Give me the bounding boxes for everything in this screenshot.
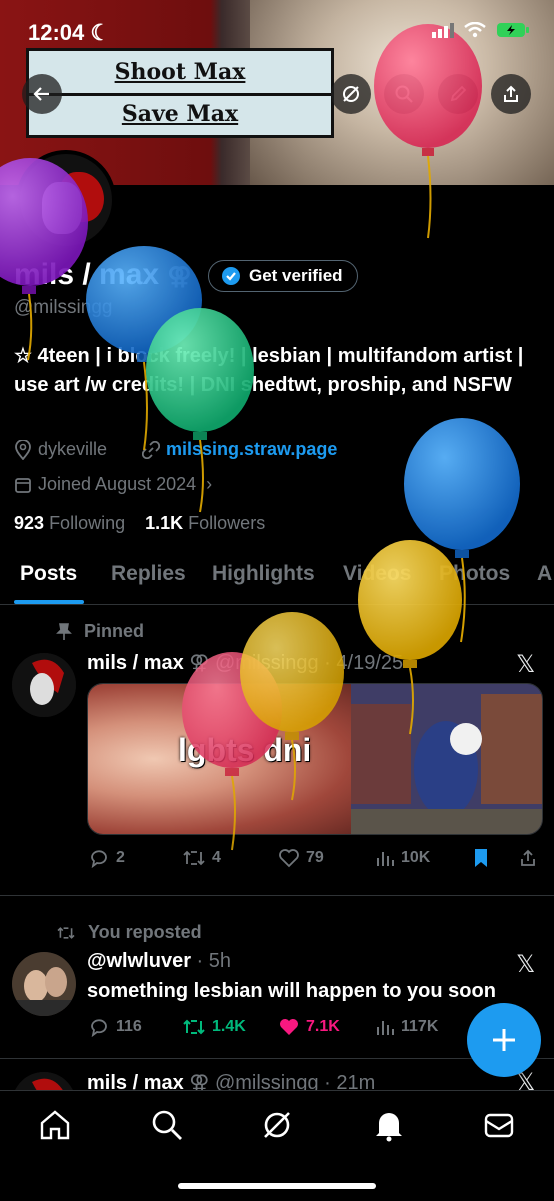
website-link[interactable]: milssing.straw.page	[166, 439, 337, 460]
repost-icon	[57, 926, 75, 939]
share-icon	[504, 85, 518, 102]
profile-name-text: mils / max	[14, 258, 160, 291]
profile-stats: 923 Following 1.1K Followers	[14, 513, 265, 534]
media-image-left[interactable]: lgbts dni	[88, 684, 351, 834]
like-button[interactable]: 79	[278, 848, 324, 868]
banner-sign: Shoot Max Save Max	[26, 48, 334, 138]
profile-joined[interactable]: Joined August 2024 ›	[14, 474, 212, 495]
wifi-icon	[464, 22, 486, 38]
location-text: dykeville	[38, 439, 108, 459]
repost-button[interactable]: 4	[182, 848, 221, 868]
edit-button[interactable]	[438, 74, 478, 114]
tab-photos[interactable]: Photos	[439, 562, 510, 586]
profile-location: dykeville	[14, 439, 107, 460]
chevron-right-icon: ›	[206, 474, 213, 494]
reply-button[interactable]: 116	[88, 1017, 142, 1037]
tab-replies[interactable]: Replies	[111, 562, 186, 586]
arrow-left-icon	[33, 87, 49, 101]
views-icon	[377, 852, 394, 866]
sign-line-2: Save Max	[121, 101, 239, 127]
following-stat[interactable]: 923 Following	[14, 513, 125, 533]
followers-stat[interactable]: 1.1K Followers	[145, 513, 265, 533]
post-media[interactable]: lgbts dni	[87, 683, 543, 835]
post-header: mils / max ⚢ @milssingg · 4/19/25	[87, 652, 404, 674]
x-logo-icon[interactable]: 𝕏	[516, 950, 535, 979]
notifications-icon[interactable]	[372, 1108, 406, 1142]
messages-icon[interactable]	[482, 1108, 516, 1142]
reply-icon	[91, 1019, 107, 1037]
battery-icon	[497, 23, 529, 37]
profile-tabs: Posts Replies Highlights Videos Photos A	[0, 556, 554, 605]
joined-text: Joined August 2024	[38, 474, 197, 494]
repost-icon	[183, 850, 205, 866]
bookmark-icon	[475, 849, 487, 867]
back-button[interactable]	[22, 74, 62, 114]
heart-filled-icon	[280, 1019, 298, 1035]
pin-icon	[56, 622, 72, 640]
like-button[interactable]: 7.1K	[278, 1017, 340, 1037]
pencil-icon	[450, 85, 467, 102]
pinned-label: Pinned	[56, 621, 144, 642]
reply-button[interactable]: 2	[88, 848, 125, 868]
moon-icon: ☾	[90, 20, 111, 45]
post-text: something lesbian will happen to you soo…	[87, 980, 496, 1002]
media-image-right[interactable]	[351, 684, 542, 834]
x-logo-icon[interactable]: 𝕏	[516, 650, 535, 679]
views-button[interactable]: 117K	[375, 1017, 438, 1037]
status-icons	[432, 22, 530, 38]
cartoon-scene	[351, 684, 542, 834]
profile-bio: ☆ 4teen | i block freely! | lesbian | mu…	[14, 345, 524, 396]
search-icon	[395, 85, 413, 103]
location-pin-icon	[15, 439, 31, 460]
tab-videos[interactable]: Videos	[343, 562, 411, 586]
link-icon	[142, 440, 160, 459]
post-avatar[interactable]	[12, 952, 76, 1016]
active-tab-indicator	[14, 600, 84, 604]
get-verified-label: Get verified	[249, 266, 343, 285]
heart-icon	[279, 849, 299, 868]
verified-badge-icon	[222, 267, 240, 285]
search-icon[interactable]	[150, 1108, 184, 1142]
balloon-blue-right	[404, 418, 520, 643]
post-header: @wlwluver · 5h	[87, 950, 232, 972]
lesbian-symbol: ⚢	[167, 263, 192, 290]
tab-articles[interactable]: A	[537, 562, 552, 586]
profile-avatar[interactable]	[16, 150, 116, 250]
search-button[interactable]	[384, 74, 424, 114]
tab-highlights[interactable]: Highlights	[212, 562, 315, 586]
post-avatar[interactable]	[12, 653, 76, 717]
views-button[interactable]: 10K	[375, 848, 430, 868]
avatar-image	[12, 653, 76, 717]
avatar-image	[12, 952, 76, 1016]
avatar-face	[42, 182, 82, 234]
grok-icon	[343, 86, 359, 102]
repost-button[interactable]: 1.4K	[182, 1017, 246, 1037]
status-bar: 12:04 ☾	[0, 0, 554, 60]
grok-icon[interactable]	[260, 1108, 294, 1142]
calendar-icon	[15, 477, 31, 493]
views-icon	[377, 1021, 394, 1035]
share-icon	[521, 849, 535, 866]
plus-icon	[493, 1029, 515, 1051]
compose-button[interactable]	[467, 1003, 541, 1077]
share-post-button[interactable]	[518, 848, 538, 868]
repost-icon	[183, 1019, 205, 1035]
get-verified-button[interactable]: Get verified	[208, 260, 358, 292]
tab-posts[interactable]: Posts	[20, 562, 77, 586]
profile-website[interactable]: milssing.straw.page	[142, 439, 337, 460]
repost-context-label: You reposted	[56, 922, 202, 943]
bookmark-button[interactable]	[472, 848, 490, 868]
signal-icon	[432, 23, 454, 38]
post-divider	[0, 895, 554, 896]
share-button[interactable]	[491, 74, 531, 114]
reply-icon	[91, 850, 107, 868]
profile-handle: @milssingg	[14, 297, 113, 318]
home-indicator	[178, 1183, 376, 1189]
profile-name: mils / max ⚢	[14, 258, 192, 292]
grok-button[interactable]	[331, 74, 371, 114]
home-icon[interactable]	[38, 1108, 72, 1142]
status-time: 12:04 ☾	[28, 20, 111, 45]
media-caption: lgbts dni	[178, 732, 312, 768]
